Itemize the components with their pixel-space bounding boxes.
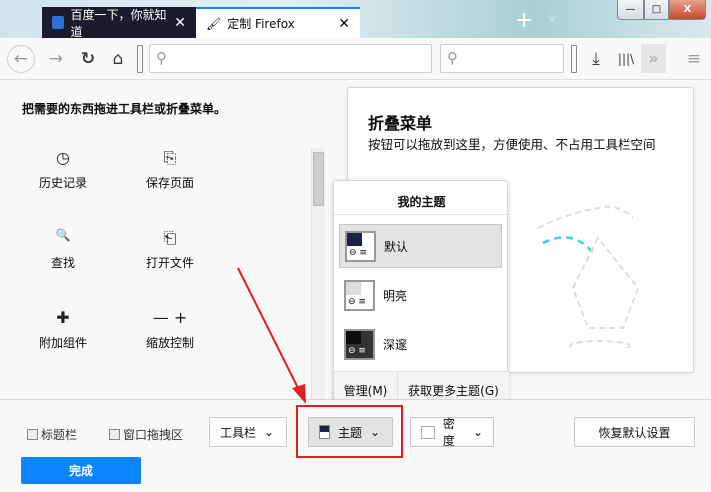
close-window-button[interactable]: X bbox=[669, 0, 706, 20]
palette-item-history[interactable]: ◷ 历史记录 bbox=[8, 148, 118, 191]
tab-label: 百度一下，你就知道 bbox=[70, 7, 167, 39]
save-page-icon: ⎘ bbox=[163, 148, 177, 167]
url-bar[interactable]: ⚲ bbox=[149, 44, 432, 73]
new-tab-button[interactable]: + bbox=[515, 8, 533, 33]
search-icon: 🔍 bbox=[55, 228, 71, 242]
palette-item-save-page[interactable]: ⎘ 保存页面 bbox=[115, 148, 225, 191]
item-label: 附加组件 bbox=[38, 336, 87, 350]
item-label: 查找 bbox=[50, 256, 75, 270]
dropdown-label: 密度 bbox=[442, 417, 455, 448]
open-file-icon: ⎗ bbox=[163, 228, 177, 247]
baidu-favicon-icon bbox=[52, 16, 65, 29]
search-icon: ⚲ bbox=[156, 49, 167, 67]
toolbars-dropdown[interactable]: 工具栏 ⌄ bbox=[209, 417, 287, 447]
overflow-button[interactable]: » bbox=[641, 44, 666, 73]
brush-icon: 🖌 bbox=[206, 16, 222, 31]
flexible-space bbox=[571, 45, 577, 73]
search-icon: ⚲ bbox=[447, 49, 458, 67]
theme-dark-preview-icon: ⊖ ≡ bbox=[344, 328, 375, 360]
library-button[interactable]: |||\ bbox=[614, 38, 638, 80]
palette-item-open-file[interactable]: ⎗ 打开文件 bbox=[115, 228, 225, 271]
theme-default[interactable]: ⊖ ≡ 默认 bbox=[339, 224, 502, 268]
reload-button[interactable]: ↻ bbox=[76, 38, 100, 80]
overflow-title: 折叠菜单 bbox=[368, 114, 433, 133]
theme-light-preview-icon: ⊖ ≡ bbox=[344, 279, 375, 311]
menu-button[interactable]: ≡ bbox=[684, 38, 704, 80]
flexible-space bbox=[137, 45, 143, 73]
zoom-controls-icon: — + bbox=[152, 308, 188, 327]
maximize-button[interactable]: □ bbox=[644, 0, 669, 20]
theme-light[interactable]: ⊖ ≡ 明亮 bbox=[339, 273, 502, 317]
checkbox-icon bbox=[27, 429, 38, 440]
palette-item-addons[interactable]: ✚ 附加组件 bbox=[8, 308, 118, 351]
drag-illustration bbox=[537, 205, 640, 348]
close-tab-icon[interactable]: ✕ bbox=[338, 16, 350, 32]
close-tab-icon[interactable]: ✕ bbox=[174, 15, 186, 31]
checkbox-label: 标题栏 bbox=[41, 428, 78, 442]
title-bar-checkbox[interactable]: 标题栏 bbox=[27, 426, 77, 443]
chevron-down-icon: ⌄ bbox=[264, 425, 275, 439]
nav-toolbar: ← → ↻ ⌂ ⚲ ⚲ ⤓ |||\ » ≡ bbox=[0, 38, 711, 80]
themes-popup: 我的主题 ⊖ ≡ 默认 ⊖ ≡ 明亮 ⊖ ≡ 深邃 管理(M) 获取更多主题(G) bbox=[333, 180, 509, 408]
overflow-description: 按钮可以拖放到这里，方便使用、不占用工具栏空间 bbox=[368, 137, 656, 152]
restore-defaults-button[interactable]: 恢复默认设置 bbox=[574, 417, 695, 447]
forward-button[interactable]: → bbox=[44, 38, 68, 80]
palette-item-find[interactable]: 🔍 查找 bbox=[8, 228, 118, 271]
theme-dark[interactable]: ⊖ ≡ 深邃 bbox=[339, 322, 502, 366]
palette-heading: 把需要的东西拖进工具栏或折叠菜单。 bbox=[22, 102, 227, 116]
checkbox-icon bbox=[109, 429, 120, 440]
scrollbar-thumb[interactable] bbox=[313, 152, 324, 206]
tab-customize[interactable]: 🖌 定制 Firefox ✕ bbox=[196, 7, 360, 38]
minimize-button[interactable]: — bbox=[617, 0, 644, 20]
theme-label: 深邃 bbox=[383, 337, 408, 352]
palette-item-zoom[interactable]: — + 缩放控制 bbox=[115, 308, 225, 351]
list-tabs-button[interactable]: ∨ bbox=[548, 12, 556, 25]
dropdown-label: 工具栏 bbox=[220, 425, 257, 440]
tab-label: 定制 Firefox bbox=[227, 17, 295, 31]
density-dropdown[interactable]: 密度 ⌄ bbox=[410, 417, 494, 448]
download-button[interactable]: ⤓ bbox=[584, 38, 608, 80]
clock-icon: ◷ bbox=[56, 148, 70, 167]
puzzle-icon: ✚ bbox=[56, 308, 70, 327]
item-label: 历史记录 bbox=[38, 176, 87, 190]
annotation-highlight-box bbox=[296, 405, 403, 458]
item-label: 打开文件 bbox=[145, 256, 194, 270]
theme-label: 明亮 bbox=[383, 288, 408, 303]
done-button[interactable]: 完成 bbox=[21, 457, 141, 484]
checkbox-label: 窗口拖拽区 bbox=[123, 428, 184, 442]
item-label: 保存页面 bbox=[145, 176, 194, 190]
chevron-down-icon: ⌄ bbox=[472, 425, 483, 439]
drag-space-checkbox[interactable]: 窗口拖拽区 bbox=[109, 426, 183, 443]
back-button[interactable]: ← bbox=[7, 45, 35, 73]
density-icon bbox=[421, 425, 435, 439]
themes-title: 我的主题 bbox=[397, 195, 446, 209]
theme-label: 默认 bbox=[384, 239, 409, 254]
tab-baidu[interactable]: 百度一下，你就知道 ✕ bbox=[42, 7, 196, 39]
item-label: 缩放控制 bbox=[145, 336, 194, 350]
theme-default-preview-icon: ⊖ ≡ bbox=[345, 230, 376, 262]
search-bar[interactable]: ⚲ bbox=[440, 44, 564, 73]
home-button[interactable]: ⌂ bbox=[106, 38, 130, 80]
